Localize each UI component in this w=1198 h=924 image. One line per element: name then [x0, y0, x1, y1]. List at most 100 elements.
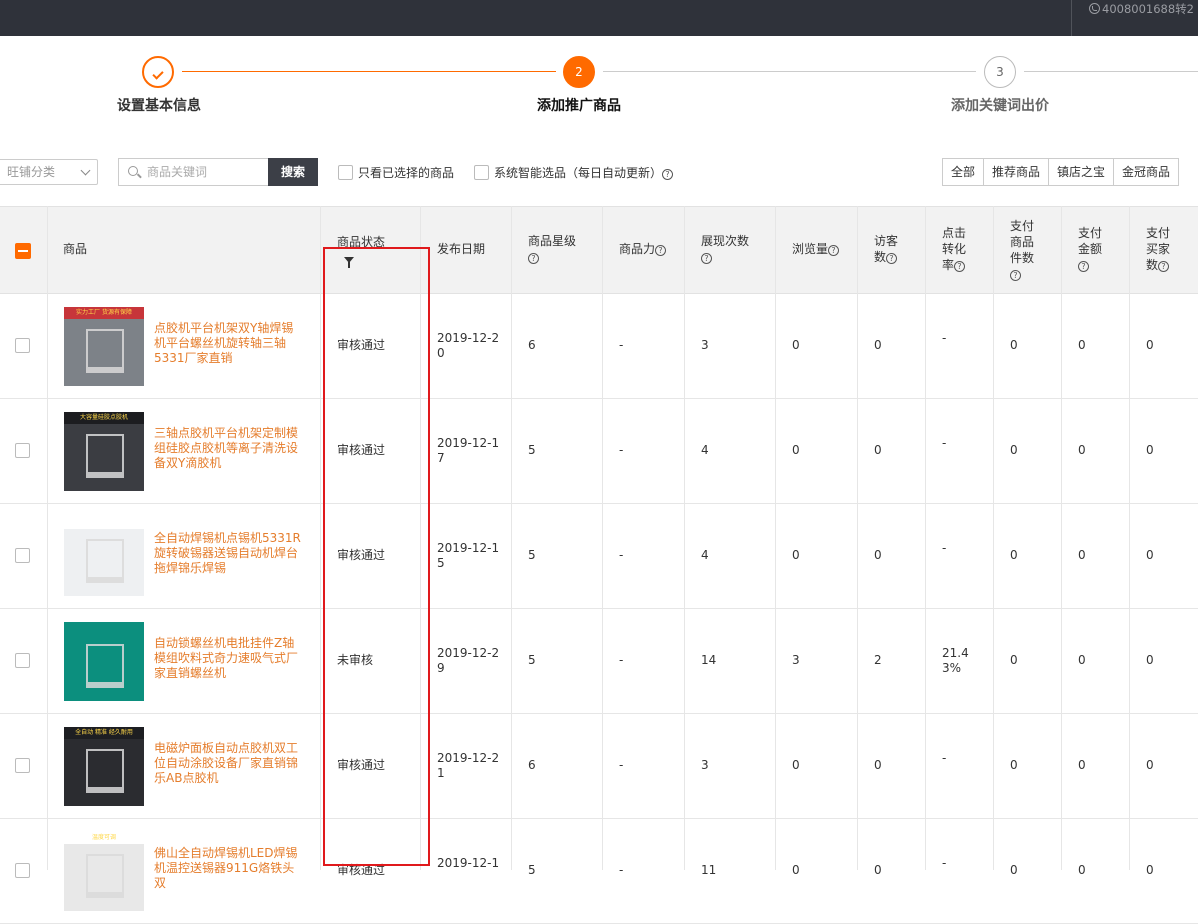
- step-2-circle: 2: [563, 56, 595, 88]
- product-thumbnail[interactable]: 全自动 精准 经久耐用: [64, 727, 144, 806]
- cell-visitors: 0: [874, 548, 882, 562]
- cell-impressions: 3: [701, 338, 709, 352]
- product-thumbnail[interactable]: 温度可调: [64, 832, 144, 911]
- col-pay-buyers: 支付 买家 数?: [1146, 225, 1170, 273]
- col-pay-buyers-label-2: 买家: [1146, 242, 1171, 256]
- row-checkbox[interactable]: [15, 653, 30, 668]
- select-all-checkbox[interactable]: [15, 243, 31, 259]
- row-checkbox[interactable]: [15, 758, 30, 773]
- cell-pay-items: 0: [1010, 338, 1018, 352]
- product-name-link[interactable]: 电磁炉面板自动点胶机双工位自动涂胶设备厂家直销锦乐AB点胶机: [154, 741, 304, 786]
- table-row[interactable]: 实力工厂 货源有保障 点胶机平台机架双Y轴焊锡机平台螺丝机旋转轴三轴5331厂家直…: [0, 294, 1198, 399]
- col-power: 商品力?: [619, 241, 667, 257]
- cell-pay-amount: 0: [1078, 758, 1086, 772]
- cell-power: -: [619, 338, 624, 352]
- cell-pay-items: 0: [1010, 653, 1018, 667]
- category-select-value: 旺铺分类: [7, 165, 56, 179]
- cell-pay-items: 0: [1010, 443, 1018, 457]
- cell-power: -: [619, 653, 624, 667]
- cell-views: 0: [792, 443, 800, 457]
- cell-visitors: 0: [874, 863, 882, 877]
- cell-conv: 21.43%: [942, 646, 969, 675]
- cell-views: 0: [792, 548, 800, 562]
- row-checkbox[interactable]: [15, 443, 30, 458]
- search-icon: [128, 166, 138, 176]
- chevron-down-icon: [80, 165, 91, 176]
- col-pay-items-label-1: 支付: [1010, 219, 1035, 233]
- cell-impressions: 14: [701, 653, 717, 667]
- machine-image: [86, 329, 124, 373]
- cell-pay-amount: 0: [1078, 653, 1086, 667]
- thumbnail-caption: 大容量硅胶点胶机: [64, 412, 144, 424]
- col-views-label: 浏览量: [792, 242, 829, 256]
- col-pay-buyers-label-1: 支付: [1146, 226, 1171, 240]
- help-icon[interactable]: ?: [886, 253, 898, 264]
- search-placeholder: 商品关键词: [147, 165, 208, 179]
- cell-pay-amount: 0: [1078, 548, 1086, 562]
- help-icon[interactable]: ?: [1010, 270, 1021, 281]
- row-checkbox[interactable]: [15, 863, 30, 878]
- smart-select-checkbox[interactable]: [474, 165, 489, 180]
- col-product: 商品: [63, 242, 88, 256]
- cell-visitors: 2: [874, 653, 882, 667]
- product-name-link[interactable]: 自动锁螺丝机电批挂件Z轴模组吹料式奇力速吸气式厂家直销螺丝机: [154, 636, 304, 681]
- tab-store-treasure[interactable]: 镇店之宝: [1048, 159, 1113, 185]
- help-icon[interactable]: ?: [528, 253, 539, 264]
- hotline-number: 4008001688转2: [1102, 2, 1194, 16]
- table-row[interactable]: 全自动 精准 经久耐用 电磁炉面板自动点胶机双工位自动涂胶设备厂家直销锦乐AB点胶…: [0, 714, 1198, 819]
- product-name-link[interactable]: 三轴点胶机平台机架定制模组硅胶点胶机等离子清洗设备双Y滴胶机: [154, 426, 304, 471]
- only-selected-option[interactable]: 只看已选择的商品: [338, 164, 454, 181]
- help-icon[interactable]: ?: [954, 261, 966, 272]
- cell-impressions: 11: [701, 863, 717, 877]
- machine-image: [86, 539, 124, 583]
- row-checkbox[interactable]: [15, 338, 30, 353]
- col-pay-items-label-2: 商品: [1010, 235, 1035, 249]
- product-thumbnail[interactable]: 大容量硅胶点胶机: [64, 412, 144, 491]
- table-row[interactable]: 大容量硅胶点胶机 三轴点胶机平台机架定制模组硅胶点胶机等离子清洗设备双Y滴胶机 审核…: [0, 399, 1198, 504]
- cell-power: -: [619, 758, 624, 772]
- cell-views: 0: [792, 758, 800, 772]
- thumbnail-caption: 实力工厂 货源有保障: [64, 307, 144, 319]
- cell-stars: 5: [528, 653, 536, 667]
- help-icon[interactable]: ?: [1078, 261, 1089, 272]
- help-icon[interactable]: ?: [828, 245, 840, 256]
- col-divider: [1061, 206, 1062, 870]
- cell-conv: -: [942, 541, 947, 555]
- product-thumbnail[interactable]: 实力工厂 货源有保障: [64, 307, 144, 386]
- cell-pay-buyers: 0: [1146, 338, 1154, 352]
- help-icon[interactable]: ?: [701, 253, 712, 264]
- table-header: 商品 商品状态 发布日期 商品星级 ? 商品力? 展现次数 ? 浏览量? 访客 …: [0, 206, 1198, 294]
- only-selected-checkbox[interactable]: [338, 165, 353, 180]
- col-conversion-label-1: 点击: [942, 226, 967, 240]
- product-name-link[interactable]: 佛山全自动焊锡机LED焊锡机温控送锡器911G烙铁头双: [154, 846, 304, 891]
- product-name-link[interactable]: 全自动焊锡机点锡机5331R旋转破锡器送锡自动机焊台拖焊锦乐焊锡: [154, 531, 304, 576]
- table-row[interactable]: 全自动焊锡机点锡机5331R旋转破锡器送锡自动机焊台拖焊锦乐焊锡 审核通过 2019…: [0, 504, 1198, 609]
- col-divider: [1129, 206, 1130, 870]
- col-divider: [993, 206, 994, 870]
- cell-power: -: [619, 548, 624, 562]
- table-row[interactable]: 自动锁螺丝机电批挂件Z轴模组吹料式奇力速吸气式厂家直销螺丝机 未审核 2019-12…: [0, 609, 1198, 714]
- help-icon[interactable]: ?: [1158, 261, 1170, 272]
- tab-gold-crown[interactable]: 金冠商品: [1113, 159, 1178, 185]
- col-date: 发布日期: [437, 242, 486, 256]
- product-type-tabs: 全部 推荐商品 镇店之宝 金冠商品: [942, 158, 1180, 186]
- keyword-search-input[interactable]: 商品关键词: [118, 158, 269, 186]
- row-checkbox[interactable]: [15, 548, 30, 563]
- tab-all[interactable]: 全部: [943, 159, 983, 185]
- smart-select-option[interactable]: 系统智能选品（每日自动更新）?: [474, 164, 674, 181]
- help-icon[interactable]: ?: [655, 245, 667, 256]
- help-icon[interactable]: ?: [662, 169, 674, 180]
- phone-icon: [1089, 3, 1100, 14]
- machine-image: [86, 434, 124, 478]
- col-pay-amount: 支付 金额 ?: [1078, 225, 1102, 273]
- search-button[interactable]: 搜索: [268, 158, 318, 186]
- table-row[interactable]: 温度可调 佛山全自动焊锡机LED焊锡机温控送锡器911G烙铁头双 审核通过 2019-…: [0, 819, 1198, 924]
- step-3-circle: 3: [984, 56, 1016, 88]
- product-name-link[interactable]: 点胶机平台机架双Y轴焊锡机平台螺丝机旋转轴三轴5331厂家直销: [154, 321, 304, 366]
- tab-recommended[interactable]: 推荐商品: [983, 159, 1048, 185]
- product-thumbnail[interactable]: [64, 622, 144, 701]
- category-select[interactable]: 旺铺分类: [0, 159, 98, 185]
- product-thumbnail[interactable]: [64, 517, 144, 596]
- col-pay-items: 支付 商品 件数 ?: [1010, 218, 1034, 282]
- cell-pay-items: 0: [1010, 548, 1018, 562]
